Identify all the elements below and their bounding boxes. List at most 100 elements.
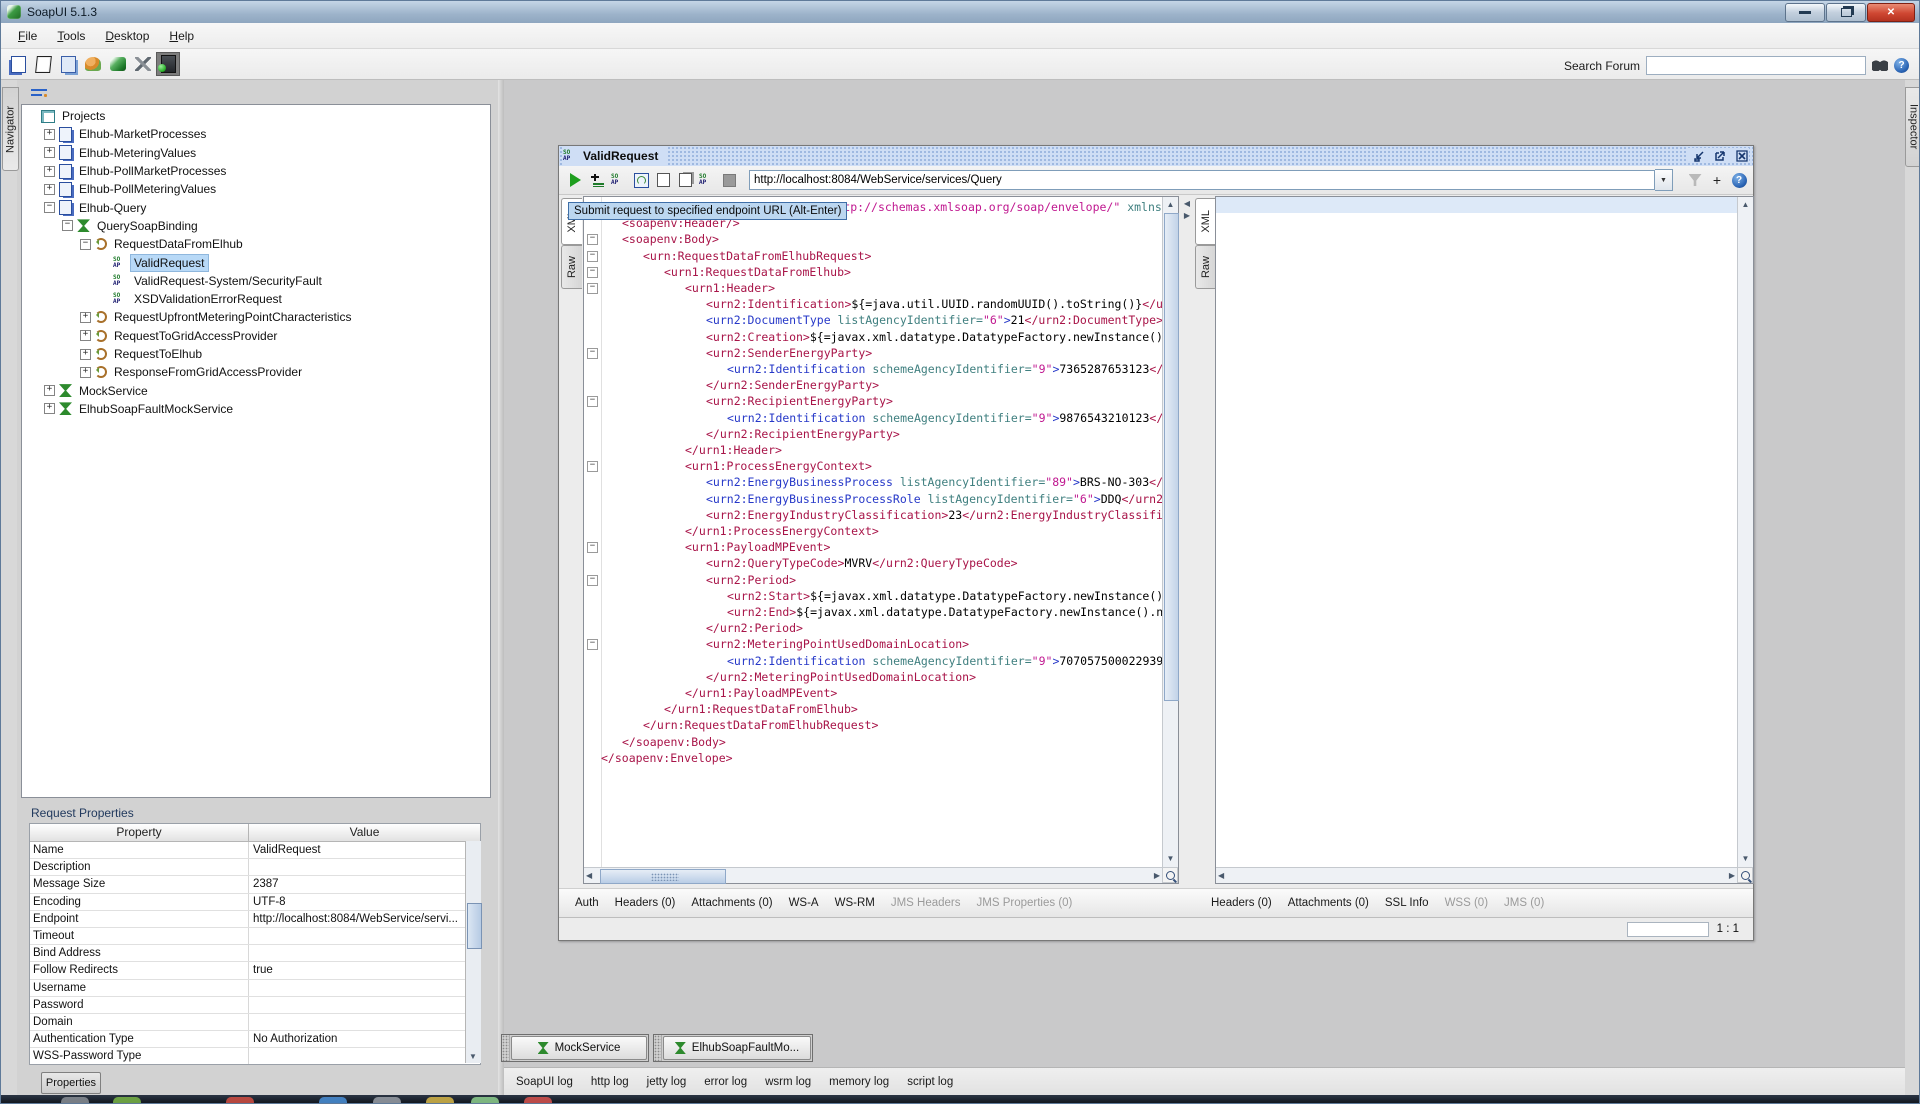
property-value[interactable] xyxy=(249,1014,480,1030)
tree-item-label[interactable]: Elhub-MarketProcesses xyxy=(76,126,209,142)
taskbar-icon[interactable] xyxy=(426,1097,454,1104)
add-endpoint-button[interactable]: + xyxy=(1707,170,1727,190)
fold-toggle[interactable]: − xyxy=(587,234,598,245)
property-value[interactable] xyxy=(249,997,480,1013)
taskbar-icon[interactable] xyxy=(226,1097,254,1104)
tree-item[interactable]: + Elhub-PollMeteringValues xyxy=(22,180,490,198)
tree-expander[interactable]: − xyxy=(62,220,73,231)
tree-item-label[interactable]: ElhubSoapFaultMockService xyxy=(76,401,236,417)
tree-expander[interactable]: + xyxy=(44,147,55,158)
request-help-button[interactable]: ? xyxy=(1729,170,1749,190)
editor-tab[interactable]: Auth xyxy=(575,897,599,909)
tree-expander[interactable]: + xyxy=(80,312,91,323)
editor-tab[interactable]: WSS (0) xyxy=(1445,897,1488,909)
menu-item[interactable]: Tools xyxy=(48,26,94,46)
collapse-left-icon[interactable]: ◀ xyxy=(1181,198,1193,210)
log-tab[interactable]: memory log xyxy=(829,1076,889,1088)
taskbar-icon[interactable] xyxy=(319,1097,347,1104)
response-vertical-scrollbar[interactable]: ▲ ▼ xyxy=(1737,197,1753,867)
property-value[interactable]: UTF-8 xyxy=(249,894,480,910)
scrollbar-thumb[interactable] xyxy=(600,869,726,884)
minimized-mockservice-window[interactable]: MockService xyxy=(501,1034,649,1062)
windows-taskbar[interactable] xyxy=(1,1095,1920,1104)
tree-expander[interactable]: − xyxy=(44,202,55,213)
tree-expander[interactable]: + xyxy=(80,367,91,378)
tree-item-label[interactable]: Elhub-PollMarketProcesses xyxy=(76,163,229,179)
tree-item-label[interactable]: Elhub-Query xyxy=(76,200,149,216)
property-row[interactable]: Encoding UTF-8 xyxy=(30,894,480,911)
tree-item[interactable]: + RequestUpfrontMeteringPointCharacteris… xyxy=(22,308,490,326)
tree-item-label[interactable]: RequestDataFromElhub xyxy=(111,236,246,252)
scroll-right-icon[interactable]: ▶ xyxy=(1729,868,1735,884)
response-raw-tab[interactable]: Raw xyxy=(1195,245,1216,289)
scroll-left-icon[interactable]: ◀ xyxy=(1218,868,1224,884)
property-row[interactable]: Bind Address xyxy=(30,945,480,962)
properties-toggle-button[interactable]: Properties xyxy=(41,1072,101,1094)
fold-toggle[interactable]: − xyxy=(587,575,598,586)
scroll-left-icon[interactable]: ◀ xyxy=(586,868,592,884)
tree-item[interactable]: XSDValidationErrorRequest xyxy=(22,290,490,308)
tree-item-label[interactable]: Projects xyxy=(59,108,108,124)
proxy-button[interactable] xyxy=(156,52,180,76)
tree-item[interactable]: + MockService xyxy=(22,381,490,399)
editor-tab[interactable]: WS-A xyxy=(789,897,819,909)
response-xml-tab[interactable]: XML xyxy=(1195,198,1216,245)
property-value[interactable] xyxy=(249,980,480,996)
scrollbar-thumb[interactable] xyxy=(1164,213,1179,701)
collapse-right-icon[interactable]: ▶ xyxy=(1181,210,1193,222)
property-row[interactable]: Description xyxy=(30,859,480,876)
log-tab[interactable]: http log xyxy=(591,1076,629,1088)
tree-item[interactable]: ValidRequest xyxy=(22,253,490,271)
log-tab[interactable]: script log xyxy=(907,1076,953,1088)
scroll-down-icon[interactable]: ▼ xyxy=(1163,851,1178,867)
editor-tab[interactable]: WS-RM xyxy=(835,897,875,909)
fold-toggle[interactable]: − xyxy=(587,461,598,472)
cancel-request-button[interactable] xyxy=(719,170,739,190)
app-title-bar[interactable]: SoapUI 5.1.3 ✕ xyxy=(1,1,1920,24)
add-to-testcase-button[interactable] xyxy=(587,170,607,190)
navigator-options-icon[interactable] xyxy=(31,88,47,100)
new-project-button[interactable] xyxy=(6,52,30,76)
editor-tab[interactable]: Attachments (0) xyxy=(691,897,772,909)
endpoint-filter-button[interactable] xyxy=(1685,170,1705,190)
create-soap-button[interactable] xyxy=(697,170,717,190)
tree-item-label[interactable]: ValidRequest-System/SecurityFault xyxy=(131,273,325,289)
tree-item[interactable]: + RequestToGridAccessProvider xyxy=(22,327,490,345)
fold-toggle[interactable]: − xyxy=(587,283,598,294)
recreate-request-button[interactable] xyxy=(609,170,629,190)
property-value[interactable]: No Authorization xyxy=(249,1031,480,1047)
property-row[interactable]: WSS-Password Type xyxy=(30,1048,480,1064)
property-value[interactable]: true xyxy=(249,962,480,978)
property-value[interactable] xyxy=(249,928,480,944)
tree-item[interactable]: + RequestToElhub xyxy=(22,345,490,363)
property-row[interactable]: Follow Redirects true xyxy=(30,962,480,979)
tree-item[interactable]: + Elhub-MarketProcesses xyxy=(22,125,490,143)
property-row[interactable]: Timeout xyxy=(30,928,480,945)
fold-toggle[interactable]: − xyxy=(587,267,598,278)
taskbar-icon[interactable] xyxy=(61,1097,89,1104)
tree-item-label[interactable]: ValidRequest xyxy=(131,255,208,271)
property-value[interactable]: http://localhost:8084/WebService/servi..… xyxy=(249,911,480,927)
format-xml-button[interactable] xyxy=(1162,867,1178,883)
tree-expander[interactable]: + xyxy=(44,385,55,396)
minimized-elhubsoapfault-window[interactable]: ElhubSoapFaultMo... xyxy=(653,1034,813,1062)
property-row[interactable]: Endpoint http://localhost:8084/WebServic… xyxy=(30,911,480,928)
request-vertical-scrollbar[interactable]: ▲ ▼ xyxy=(1162,197,1178,867)
editor-tab[interactable]: Attachments (0) xyxy=(1288,897,1369,909)
preferences-button[interactable] xyxy=(131,52,155,76)
restore-button[interactable] xyxy=(1826,3,1866,22)
menu-item[interactable]: File xyxy=(9,26,46,46)
property-value[interactable] xyxy=(249,945,480,961)
scrollbar-thumb[interactable] xyxy=(467,903,482,949)
property-row[interactable]: Message Size 2387 xyxy=(30,876,480,893)
search-icon[interactable] xyxy=(1872,60,1888,71)
menu-item[interactable]: Desktop xyxy=(96,26,158,46)
taskbar-icon[interactable] xyxy=(373,1097,401,1104)
navigator-tab[interactable]: Navigator xyxy=(2,87,19,171)
tree-item[interactable]: + ElhubSoapFaultMockService xyxy=(22,400,490,418)
taskbar-icon[interactable] xyxy=(471,1097,499,1104)
property-value[interactable]: ValidRequest xyxy=(249,842,480,858)
tree-expander[interactable]: + xyxy=(44,129,55,140)
drag-grip[interactable] xyxy=(654,1035,662,1061)
update-definition-button[interactable] xyxy=(631,170,651,190)
